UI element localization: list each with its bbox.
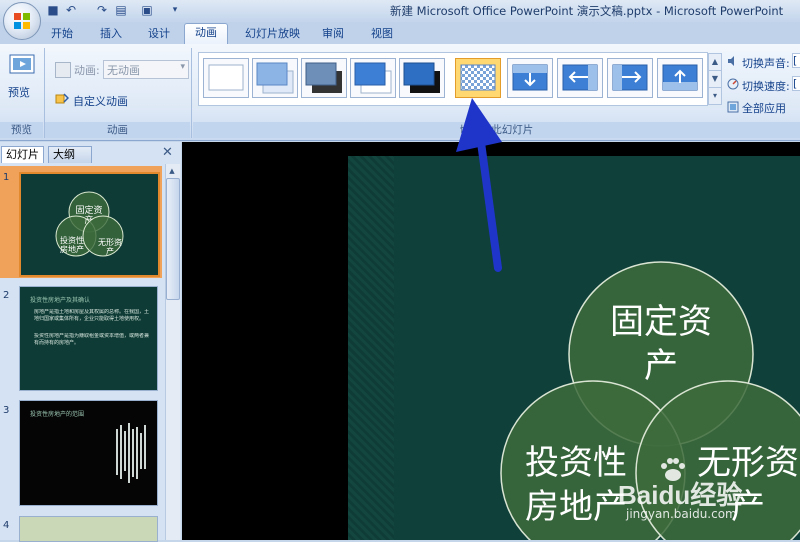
gallery-up-icon[interactable]: ▲ [708,53,722,71]
preview-group-label: 预览 [0,122,43,138]
animations-group-label: 动画 [45,122,190,138]
window-title: 新建 Microsoft Office PowerPoint 演示文稿.pptx… [390,4,784,18]
tab-slideshow[interactable]: 幻灯片放映 [235,25,310,43]
tab-view[interactable]: 视图 [361,25,403,43]
animation-label: 动画: [74,64,100,77]
transition-cut[interactable] [350,58,396,98]
transition-wipe-up[interactable] [657,58,703,98]
preview-button[interactable]: 预览 [8,84,30,100]
transition-cut-black[interactable] [399,58,445,98]
apply-all-button[interactable]: 全部应用 [742,100,786,116]
transition-wipe-left[interactable] [557,58,603,98]
close-pane-icon[interactable]: ✕ [162,146,173,159]
thumb-circle-label: 无形资产 [98,238,122,256]
sound-icon [727,55,739,67]
transition-no-transition[interactable] [203,58,249,98]
sound-dropdown[interactable]: [ [792,53,800,68]
layout-icon[interactable]: ▤ [114,3,128,17]
thumb-text-columns [116,423,146,483]
speed-dropdown[interactable]: [ [792,76,800,91]
slide-number: 3 [3,405,10,416]
preview-icon[interactable] [7,52,37,78]
transition-fade-black[interactable] [301,58,347,98]
gallery-down-icon[interactable]: ▼ [708,70,722,88]
speed-icon [727,78,739,90]
tab-home[interactable]: 开始 [41,25,83,43]
office-logo-icon [14,13,30,29]
office-button[interactable] [3,2,41,40]
custom-animation-button[interactable]: 自定义动画 [73,93,128,109]
baidu-watermark: Baidu经验 jingyan.baidu.com [618,455,798,525]
group-divider [191,48,192,138]
customize-toolbar-icon[interactable]: ▾ [168,3,182,17]
tab-design[interactable]: 设计 [138,25,180,43]
thumb-title: 投资性房地产及其确认 [30,297,91,304]
sound-label: 切换声音: [742,57,790,70]
save-icon[interactable]: ■ [46,3,60,17]
tab-outline[interactable]: 大纲 [48,146,92,163]
tab-review[interactable]: 审阅 [312,25,354,43]
tab-slides[interactable]: 幻灯片 [1,146,44,163]
slide-thumb-4[interactable] [19,516,158,542]
slide-number: 2 [3,290,10,301]
tab-animations[interactable]: 动画 [184,23,228,45]
tab-insert[interactable]: 插入 [90,25,132,43]
animation-value: 无动画 [107,64,140,77]
scroll-up-icon[interactable]: ▲ [166,165,178,177]
slide-icon[interactable]: ▣ [140,3,154,17]
thumb-text: 房地产是指土地和房屋及其权属的总称。在我国，土地归国家或集体所有，企业只能取得土… [34,309,150,322]
undo-icon[interactable]: ↶ [64,3,78,17]
thumb-text: 投资性房地产是指为赚取租金或资本增值，或两者兼有而持有的房地产。 [34,333,150,346]
apply-all-icon [727,101,739,113]
transition-wipe-right[interactable] [607,58,653,98]
venn-label-top[interactable]: 固定资 产 [601,300,721,388]
scroll-thumb[interactable] [166,178,180,300]
slide-number: 1 [3,172,10,183]
thumb-circle-label: 投资性房地产 [60,236,84,254]
speed-label: 切换速度: [742,80,790,93]
gallery-more-icon[interactable]: ▾ [708,87,722,105]
redo-icon[interactable]: ↷ [95,3,109,17]
chevron-down-icon: ▾ [180,62,185,72]
transition-fade-smoothly[interactable] [252,58,298,98]
slide-thumb-1[interactable]: 固定资产 投资性房地产 无形资产 [19,172,160,277]
slide-number: 4 [3,520,10,531]
thumb-circle-label: 固定资产 [75,206,103,226]
watermark-url: jingyan.baidu.com [626,507,737,521]
animation-dropdown[interactable]: 无动画 ▾ [103,60,189,79]
annotation-arrow-icon [456,98,502,272]
custom-animation-icon [55,92,70,106]
slide-thumb-2[interactable]: 投资性房地产及其确认 房地产是指土地和房屋及其权属的总称。在我国，土地归国家或集… [19,286,158,391]
animation-icon [55,62,71,78]
slide-thumb-3[interactable]: 投资性房地产的范围 [19,400,158,506]
